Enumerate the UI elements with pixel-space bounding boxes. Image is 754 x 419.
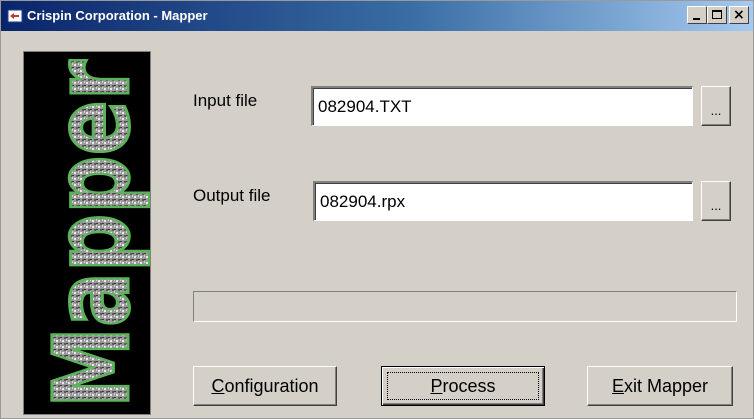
configuration-button-label: Configuration	[211, 376, 319, 396]
app-icon	[7, 9, 23, 23]
input-file-label: Input file	[193, 91, 258, 110]
maximize-button[interactable]	[707, 6, 727, 24]
progress-bar	[193, 291, 737, 322]
process-button[interactable]: Process	[381, 366, 545, 406]
process-button-label: Process	[430, 376, 496, 396]
window-controls: ×	[687, 6, 749, 25]
configuration-button[interactable]: Configuration	[193, 366, 337, 406]
output-file-field[interactable]	[313, 181, 693, 221]
close-button[interactable]: ×	[729, 6, 749, 24]
close-icon: ×	[733, 7, 745, 23]
exit-mapper-button[interactable]: Exit Mapper	[587, 366, 733, 406]
mapper-window: Crispin Corporation - Mapper × Mapper In…	[0, 0, 754, 419]
input-file-browse-label: ...	[710, 103, 722, 118]
output-file-browse-label: ...	[710, 198, 722, 213]
minimize-button[interactable]	[687, 6, 707, 24]
maximize-icon	[712, 10, 722, 19]
output-file-browse-button[interactable]: ...	[701, 181, 731, 221]
input-file-field[interactable]	[311, 86, 693, 126]
logo-text: Mapper	[31, 60, 150, 408]
minimize-icon	[693, 18, 700, 20]
window-title: Crispin Corporation - Mapper	[27, 8, 208, 23]
output-file-label: Output file	[193, 186, 271, 205]
mapper-logo: Mapper	[23, 51, 151, 415]
title-bar[interactable]: Crispin Corporation - Mapper ×	[1, 1, 753, 31]
exit-mapper-button-label: Exit Mapper	[611, 376, 709, 396]
mapper-logo-art: Mapper	[30, 59, 151, 410]
input-file-browse-button[interactable]: ...	[701, 86, 731, 126]
